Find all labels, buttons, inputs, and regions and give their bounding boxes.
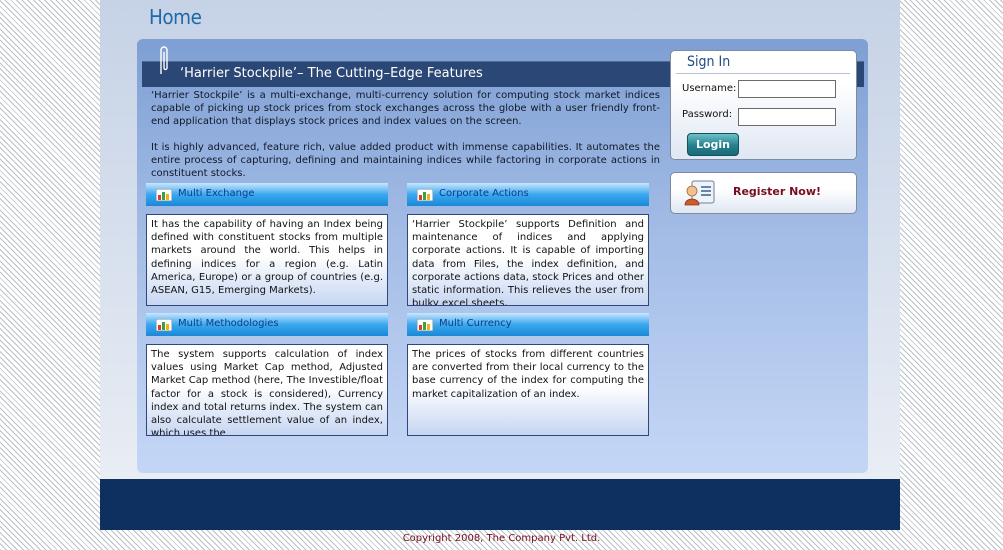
copyright-text: Copyright 2008, The Company Pvt. Ltd.: [402, 533, 601, 544]
feature-box-multi-methodologies: Multi Methodologies The system supports …: [146, 313, 388, 437]
bar-chart-icon: [156, 189, 172, 201]
register-panel[interactable]: Register Now!: [670, 172, 857, 214]
bar-chart-icon: [156, 319, 172, 331]
feature-box-multi-exchange: Multi Exchange It has the capability of …: [146, 183, 388, 307]
user-card-icon: [684, 180, 715, 206]
intro-paragraph: ‘Harrier Stockpile’ is a multi-exchange,…: [151, 90, 660, 127]
box-label: Multi Currency: [439, 318, 512, 329]
box-label: Multi Methodologies: [178, 318, 279, 329]
intro-paragraph: It is highly advanced, feature rich, val…: [151, 142, 660, 179]
intro-text: ‘Harrier Stockpile’ is a multi-exchange,…: [151, 89, 660, 193]
box-header: Multi Currency: [407, 313, 649, 336]
box-text: The system supports calculation of index…: [151, 349, 383, 436]
register-link[interactable]: Register Now!: [733, 185, 821, 198]
paperclip-icon: [160, 46, 168, 74]
login-button[interactable]: Login: [687, 133, 739, 156]
box-body: The system supports calculation of index…: [146, 344, 388, 436]
password-field[interactable]: [738, 108, 836, 126]
username-label: Username:: [682, 83, 737, 94]
divider: [676, 73, 850, 74]
box-text: It has the capability of having an Index…: [151, 219, 383, 297]
feature-box-corporate-actions: Corporate Actions ‘Harrier Stockpile’ su…: [407, 183, 649, 307]
box-header: Corporate Actions: [407, 183, 649, 206]
box-body: ‘Harrier Stockpile’ supports Definition …: [407, 214, 649, 306]
box-header: Multi Exchange: [146, 183, 388, 206]
signin-title: Sign In: [687, 54, 731, 70]
password-label: Password:: [682, 109, 733, 120]
box-header: Multi Methodologies: [146, 313, 388, 336]
box-body: It has the capability of having an Index…: [146, 214, 388, 306]
footer-band: [100, 479, 900, 530]
box-label: Multi Exchange: [178, 188, 255, 199]
page-panel: Home ‘Harrier Stockpile’– The Cutting–Ed…: [100, 0, 900, 530]
username-field[interactable]: [738, 80, 836, 98]
box-body: The prices of stocks from different coun…: [407, 344, 649, 436]
signin-panel: Sign In Username: Password: Login: [670, 50, 857, 160]
page-title: Home: [149, 5, 202, 29]
feature-box-multi-currency: Multi Currency The prices of stocks from…: [407, 313, 649, 437]
box-text: ‘Harrier Stockpile’ supports Definition …: [412, 219, 644, 306]
bar-chart-icon: [417, 319, 433, 331]
box-text: The prices of stocks from different coun…: [412, 349, 644, 400]
feature-title: ‘Harrier Stockpile’– The Cutting–Edge Fe…: [180, 66, 483, 81]
bar-chart-icon: [417, 189, 433, 201]
box-label: Corporate Actions: [439, 188, 529, 199]
